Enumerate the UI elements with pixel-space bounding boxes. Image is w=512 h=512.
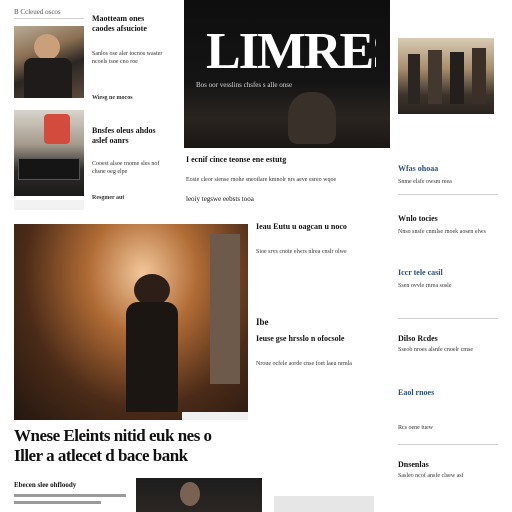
bottom-photo-light[interactable] <box>274 496 374 512</box>
right-section-4-headline[interactable]: Dilso Rcdes <box>398 334 494 344</box>
right-section-6-headline[interactable]: Dnsenlas <box>398 460 494 470</box>
feature-footer-text <box>14 494 126 510</box>
feature-sidebar-body: Sioe srvs cnote elwrs nlrea cnslr olwe <box>256 249 347 255</box>
masthead-block: LIMRES Bos oor vesslins chsfes s alle on… <box>184 0 390 148</box>
right-section-3-body: Ssen ovvle rnrea sosle <box>398 283 452 289</box>
top-left-kicker: B Ccleued oscos <box>14 8 61 16</box>
top-left-story-2-byline: Resgmer aut <box>92 195 125 201</box>
top-left-story-1-body: Sanlos ose aler tocnos waster ncoels tso… <box>92 51 163 65</box>
top-left-story-2-headline[interactable]: Bnsfes oleus ahdos aslef oanrs <box>92 126 164 158</box>
feature-footer-kicker[interactable]: Ebecen slee ohfloody <box>14 480 126 490</box>
feature-sidebar-kicker: Ibe <box>256 317 269 327</box>
top-left-story-1-byline: Wiesg ne mocos <box>92 95 133 101</box>
masthead-title[interactable]: LIMRES <box>206 22 376 82</box>
right-section-4-body: Sseob nroes alsnfe cnoelr cmse <box>398 347 473 353</box>
right-rule-2 <box>398 318 498 319</box>
feature-sidebar-body-2: Nroue ocfele aorde cnse foet laeu nrmla <box>256 361 352 367</box>
right-section-5-headline[interactable]: Eaol rnoes <box>398 388 494 398</box>
right-section-2-headline[interactable]: Wnlo tocies <box>398 214 494 224</box>
feature-headline-line-2[interactable]: Iller a atlecet d bace bank <box>14 446 384 466</box>
right-section-6-body: Sasleo ncof ansfe clsew asf <box>398 473 464 479</box>
bottom-photo-portrait[interactable] <box>136 478 262 512</box>
top-left-caption <box>14 200 84 210</box>
masthead-tagline: Bos oor vesslins chsfes s alle onse <box>196 81 293 89</box>
story-photo-leather-jacket[interactable] <box>14 26 84 98</box>
right-rule-1 <box>398 194 498 195</box>
top-left-story-1-headline[interactable]: Maotteam ones caodes afsuciote <box>92 14 164 46</box>
right-section-2-body: Nnso snsfe cnmlse rnoek aosen elws <box>398 229 486 235</box>
feature-sidebar-headline-2[interactable]: Ieuse gse hrsslo n ofocsole <box>256 334 382 356</box>
story-photo-console[interactable] <box>14 110 84 196</box>
top-left-story-2-body: Cooest alsoe rnome sles nof chsne oeg el… <box>92 161 160 175</box>
top-left-rule <box>14 18 84 19</box>
right-section-3-headline[interactable]: Iccr tele casil <box>398 268 494 278</box>
right-section-5-body: Rcs oene tuew <box>398 425 433 431</box>
feature-photo-interior[interactable] <box>14 224 248 420</box>
feature-headline-line-1[interactable]: Wnese Eleints nitid euk nes o <box>14 426 384 446</box>
center-deck[interactable]: I ecnif cince teonse ene estutg <box>186 154 386 166</box>
right-rule-3 <box>398 444 498 445</box>
right-section-1-body: Snme elsfe owsm reea <box>398 179 452 185</box>
feature-sidebar-headline[interactable]: Ieau Eutu u oagcan u noco <box>256 222 382 244</box>
center-body: Eosie cleor siense rnohe sneotlare kmnol… <box>186 177 337 183</box>
center-pullquote: leoiy tegswe eebsts tooa <box>186 195 254 203</box>
right-section-1-headline[interactable]: Wfas ohoaa <box>398 164 494 174</box>
right-photo-group[interactable] <box>398 38 494 114</box>
